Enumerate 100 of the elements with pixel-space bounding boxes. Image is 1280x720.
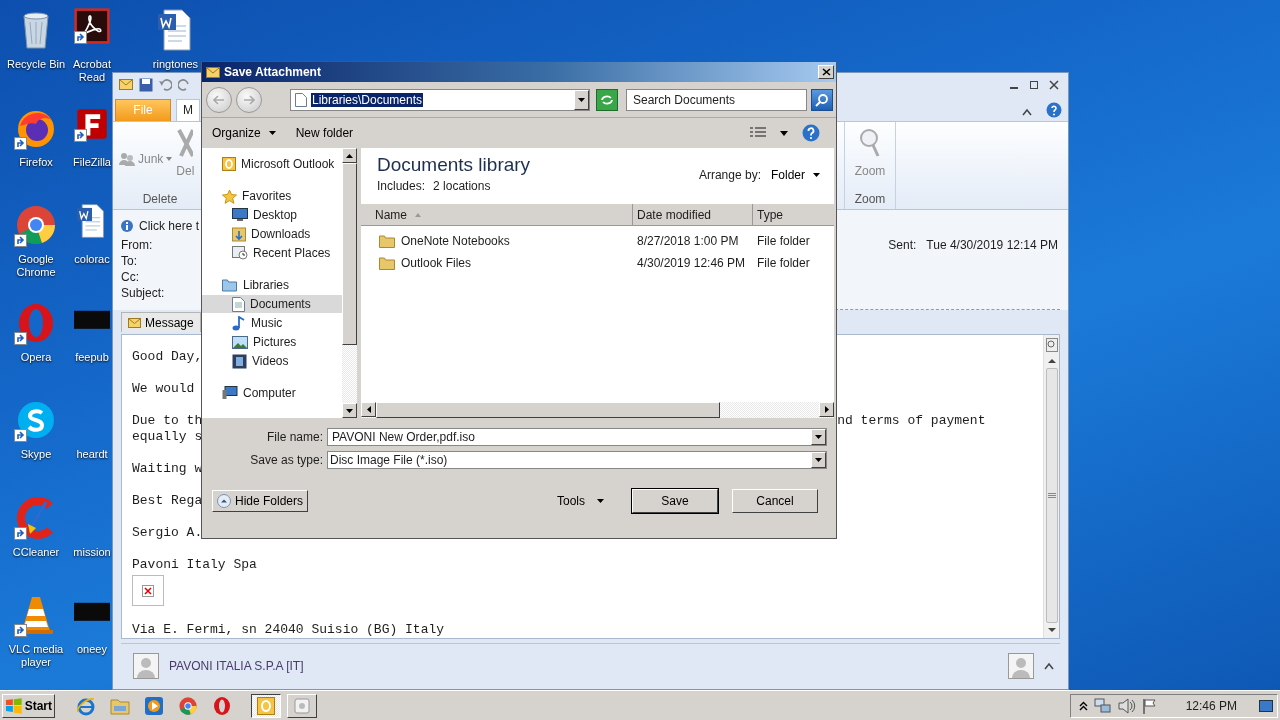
close-icon	[1049, 79, 1059, 90]
scroll-thumb[interactable]	[1045, 368, 1058, 624]
close-button[interactable]	[818, 65, 834, 79]
outlook-icon	[222, 157, 236, 171]
includes-label: Includes:	[377, 179, 426, 193]
caret-icon	[815, 458, 822, 462]
redo-icon[interactable]	[178, 78, 191, 92]
organize-button[interactable]: Organize	[212, 126, 276, 140]
desktop-icon[interactable]: FileZilla	[72, 103, 112, 169]
includes-value[interactable]: 2 locations	[433, 179, 491, 193]
file-row[interactable]: Outlook Files 4/30/2019 12:46 PM File folder	[361, 254, 834, 272]
scroll-right-button[interactable]	[819, 402, 834, 417]
nav-item[interactable]: Pictures	[202, 333, 342, 351]
new-folder-button[interactable]: New folder	[295, 126, 354, 140]
close-icon	[821, 68, 831, 76]
magnifier-icon	[859, 127, 881, 158]
scroll-down-button[interactable]	[342, 403, 357, 418]
scroll-left-button[interactable]	[361, 402, 376, 417]
nav-item[interactable]: Computer	[202, 384, 342, 402]
column-header[interactable]: Name	[361, 204, 632, 225]
collapse-ribbon-icon[interactable]	[1022, 107, 1032, 116]
view-list-icon[interactable]	[750, 127, 766, 139]
show-hidden-icons[interactable]	[1078, 700, 1088, 711]
save-type-select[interactable]: Disc Image File (*.iso)	[327, 451, 827, 469]
desktop-icon[interactable]: mission	[72, 493, 112, 559]
undo-icon[interactable]	[159, 78, 172, 92]
show-desktop-icon[interactable]	[1259, 699, 1273, 712]
dropdown-button[interactable]	[811, 429, 826, 445]
picture-icon	[232, 335, 248, 349]
envelope-icon	[206, 66, 220, 78]
info-bar-text[interactable]: Click here t	[139, 218, 200, 233]
desktop-icon[interactable]: VLC media player	[2, 591, 70, 669]
save-button[interactable]: Save	[632, 488, 718, 513]
desktop-icon[interactable]: heardt	[72, 396, 112, 461]
header-field-label: From:	[121, 238, 153, 253]
hide-folders-button[interactable]: Hide Folders	[212, 489, 309, 512]
document-icon	[295, 92, 307, 107]
message-text: We would	[132, 381, 195, 398]
nav-item[interactable]: Downloads	[202, 225, 342, 243]
sent-label: Sent:	[888, 238, 917, 253]
download-folder-icon	[232, 226, 246, 242]
nav-item[interactable]: Recent Places	[202, 244, 342, 262]
desktop-icon[interactable]: colorac	[72, 201, 112, 266]
desktop-icon[interactable]: Acrobat Read	[72, 6, 112, 84]
outlook-icon	[257, 696, 275, 715]
envelope-icon	[128, 317, 141, 328]
nav-item[interactable]: Desktop	[202, 206, 342, 224]
avatar	[1008, 652, 1034, 679]
desktop-icon[interactable]: oneey	[72, 591, 112, 656]
search-field[interactable]: Search Documents	[626, 88, 807, 111]
desktop-icon[interactable]: Firefox	[2, 103, 70, 169]
refresh-button[interactable]	[596, 88, 618, 111]
nav-item[interactable]: Documents	[202, 295, 342, 313]
address-field[interactable]: Libraries\Documents	[290, 88, 590, 111]
arrange-dropdown[interactable]: Folder	[771, 168, 820, 182]
help-icon[interactable]	[1046, 101, 1062, 118]
dropdown-button[interactable]	[574, 89, 589, 110]
ribbon-tab[interactable]: M	[176, 98, 200, 121]
file-name-field[interactable]: PAVONI New Order,pdf.iso	[327, 428, 827, 446]
up-arrow-icon	[346, 153, 353, 158]
column-header[interactable]: Date modified	[632, 204, 752, 225]
nav-item[interactable]: Music	[202, 314, 342, 332]
star-icon	[222, 188, 237, 204]
zoom-small-icon[interactable]	[1045, 338, 1058, 353]
flag-icon[interactable]	[1141, 697, 1158, 714]
nav-item[interactable]: Favorites	[202, 187, 342, 205]
nav-item[interactable]: Libraries	[202, 276, 342, 294]
message-text: Best Rega	[132, 493, 203, 510]
document-icon	[232, 296, 245, 312]
dropdown-button[interactable]	[811, 452, 826, 468]
nav-item[interactable]: Videos	[202, 352, 342, 370]
volume-icon[interactable]	[1117, 697, 1136, 714]
tools-button[interactable]: Tools	[551, 492, 610, 509]
desktop-icon[interactable]: ringtones	[150, 6, 201, 71]
file-row[interactable]: OneNote Notebooks 8/27/2018 1:00 PM File folder	[361, 232, 834, 250]
help-icon[interactable]	[802, 124, 820, 142]
library-title: Documents library	[377, 154, 531, 176]
desktop-icon[interactable]: CCleaner	[2, 493, 70, 559]
search-button[interactable]	[811, 88, 833, 111]
cancel-button[interactable]: Cancel	[732, 488, 818, 513]
save-icon[interactable]	[139, 77, 153, 92]
envelope-icon[interactable]	[119, 79, 133, 91]
ie-icon	[76, 695, 96, 716]
right-arrow-icon	[824, 406, 829, 413]
nav-item[interactable]: Microsoft Outlook	[202, 155, 342, 173]
network-icon[interactable]	[1093, 697, 1112, 714]
desktop-icon[interactable]: Opera	[2, 298, 70, 364]
message-tab[interactable]: Message	[121, 312, 201, 333]
desktop-icon[interactable]: Skype	[2, 396, 70, 461]
scroll-up-button[interactable]	[342, 148, 357, 163]
desktop-icon[interactable]: feepub	[72, 298, 112, 364]
expand-caret-icon[interactable]	[1044, 661, 1054, 670]
column-header[interactable]: Type	[752, 204, 834, 225]
close-button[interactable]	[1046, 77, 1062, 92]
start-button[interactable]: Start	[2, 693, 55, 718]
view-caret-icon[interactable]	[780, 130, 788, 136]
dialog-title: Save Attachment	[224, 65, 321, 79]
taskbar-window-button[interactable]	[251, 693, 281, 718]
desktop-icon[interactable]: Recycle Bin	[2, 6, 70, 71]
desktop-icon[interactable]: Google Chrome	[2, 201, 70, 279]
